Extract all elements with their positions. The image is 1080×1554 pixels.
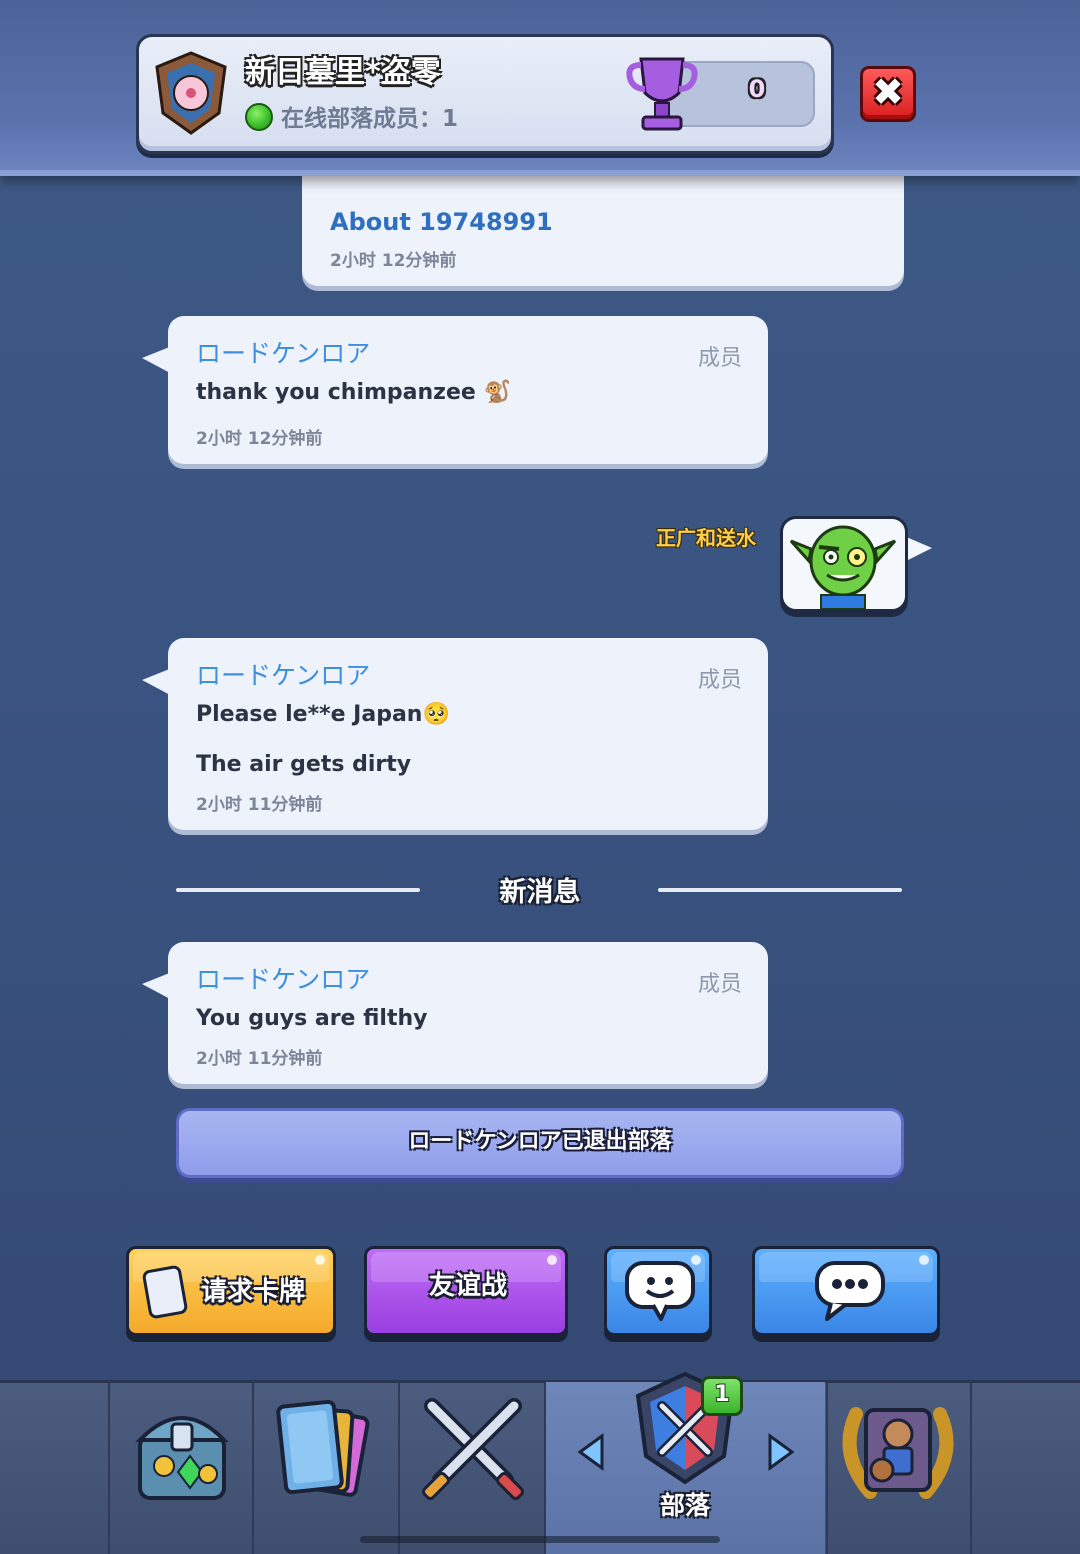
divider-line-left <box>176 888 420 892</box>
nav-separator <box>970 1382 972 1554</box>
goblin-emote-icon <box>789 525 897 609</box>
button-highlight <box>919 1255 929 1265</box>
message-sender[interactable]: ロードケンロア <box>196 656 370 692</box>
online-members-count: 在线部落成员：1 <box>281 106 459 132</box>
bubble-tail <box>142 346 172 374</box>
nav-separator <box>252 1382 254 1554</box>
emote-button[interactable] <box>604 1246 712 1336</box>
message-text: You guys are filthy <box>196 1006 428 1031</box>
message-sender[interactable]: ロードケンロア <box>196 334 370 370</box>
chat-message: ロードケンロア 成员 thank you chimpanzee 🐒 2小时 12… <box>142 316 768 464</box>
clan-info-panel[interactable]: 新日墓里*盗零 在线部落成员：1 0 <box>136 34 834 154</box>
smiley-chat-icon <box>625 1261 695 1321</box>
cards-icon[interactable] <box>272 1396 382 1506</box>
message-role: 成员 <box>697 346 742 371</box>
emote-message <box>780 516 908 612</box>
about-title: About 19748991 <box>330 208 553 236</box>
bubble-tail <box>142 668 172 696</box>
clan-header: 新日墓里*盗零 在线部落成员：1 0 ✖ <box>0 0 1080 176</box>
message-time: 2小时 11分钟前 <box>196 795 323 815</box>
shop-chest-icon[interactable] <box>134 1396 230 1506</box>
events-laurel-icon[interactable] <box>836 1394 960 1506</box>
online-status-icon <box>245 103 273 131</box>
message-time: 2小时 12分钟前 <box>330 251 457 271</box>
chat-message: ロードケンロア 成员 Please le**e Japan🥺 The air g… <box>142 638 768 830</box>
nav-separator <box>544 1382 546 1554</box>
home-indicator <box>360 1536 720 1543</box>
emote-bubble-tail <box>904 536 932 562</box>
clan-badge-icon <box>155 51 227 135</box>
message-text: The air gets dirty <box>196 752 412 777</box>
friendly-battle-label: 友谊战 <box>429 1271 508 1301</box>
clan-trophy-count: 0 <box>748 75 766 103</box>
battle-swords-icon[interactable] <box>418 1396 528 1506</box>
emote-sender[interactable]: 正广和送水 <box>656 522 756 551</box>
divider-line-right <box>658 888 902 892</box>
request-cards-label: 请求卡牌 <box>201 1277 306 1307</box>
speech-bubble-icon <box>815 1261 885 1321</box>
bubble-tail <box>142 972 172 1000</box>
message-role: 成员 <box>697 972 742 997</box>
message-time: 2小时 12分钟前 <box>196 429 323 449</box>
message-text: Please le**e Japan🥺 <box>196 702 450 727</box>
nav-left-arrow-icon[interactable] <box>576 1432 606 1472</box>
nav-right-arrow-icon[interactable] <box>766 1432 796 1472</box>
nav-clan-label: 部落 <box>659 1491 710 1520</box>
nav-separator <box>826 1382 828 1554</box>
message-sender[interactable]: ロードケンロア <box>196 960 370 996</box>
card-icon <box>142 1265 188 1319</box>
nav-separator <box>398 1382 400 1554</box>
clan-name: 新日墓里*盗零 <box>245 55 441 90</box>
button-highlight <box>547 1255 557 1265</box>
chat-message: ロードケンロア 成员 You guys are filthy 2小时 11分钟前 <box>142 942 768 1084</box>
message-text: thank you chimpanzee 🐒 <box>196 380 511 405</box>
clan-notification-badge: 1 <box>701 1376 743 1416</box>
request-cards-button[interactable]: 请求卡牌 <box>126 1246 336 1336</box>
close-button[interactable]: ✖ <box>860 66 916 122</box>
new-messages-divider: 新消息 <box>499 877 581 908</box>
chat-button[interactable] <box>752 1246 940 1336</box>
member-left-notice: ロードケンロア已退出部落 <box>176 1108 904 1178</box>
friendly-battle-button[interactable]: 友谊战 <box>364 1246 568 1336</box>
button-highlight <box>315 1255 325 1265</box>
message-role: 成员 <box>697 668 742 693</box>
nav-separator <box>108 1382 110 1554</box>
message-time: 2小时 11分钟前 <box>196 1049 323 1069</box>
